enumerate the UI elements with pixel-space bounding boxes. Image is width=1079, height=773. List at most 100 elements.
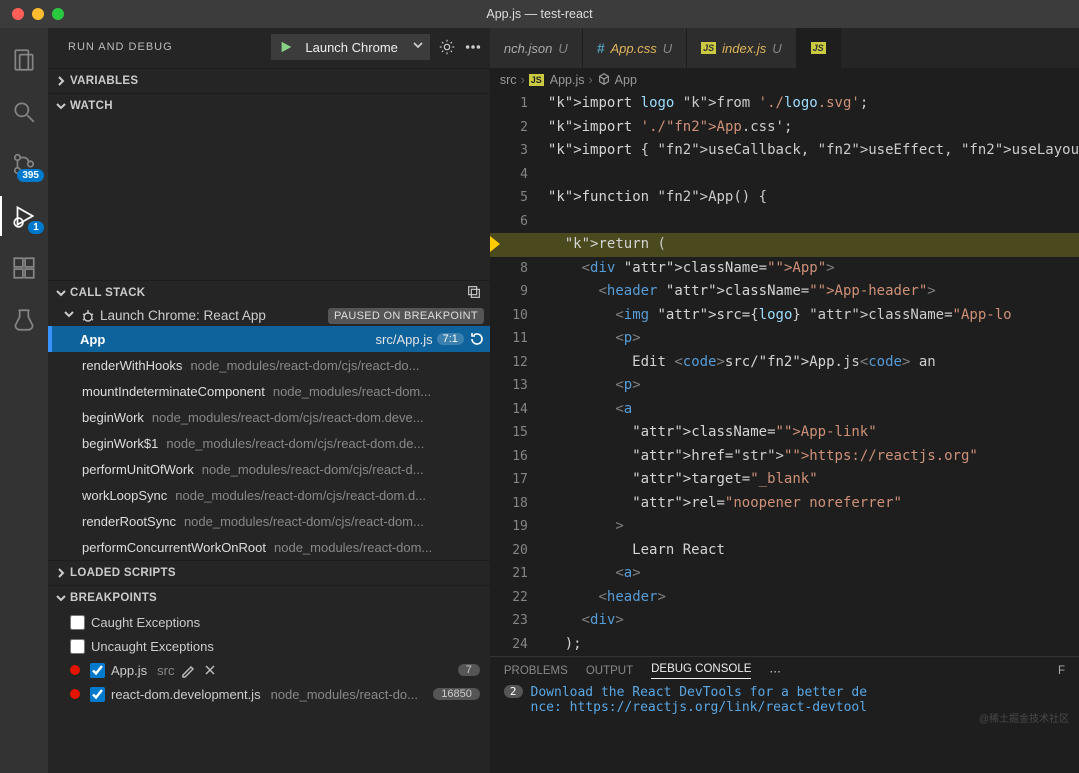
breakpoints-section-header[interactable]: BREAKPOINTS	[48, 586, 490, 610]
stack-frame[interactable]: workLoopSyncnode_modules/react-dom/cjs/r…	[48, 482, 490, 508]
panel-tab-debug-console[interactable]: DEBUG CONSOLE	[651, 663, 751, 679]
tab-index-js[interactable]: JS index.js U	[687, 28, 796, 68]
code-line[interactable]: <img "attr">src={logo} "attr">className=…	[548, 304, 1079, 328]
frame-path: node_modules/react-dom/cjs/react-d...	[202, 462, 424, 477]
tab-launch-json[interactable]: nch.json U	[490, 28, 583, 68]
frame-fn: beginWork	[82, 410, 144, 425]
code-line[interactable]: "k">import { "fn2">useCallback, "fn2">us…	[548, 139, 1079, 163]
code-editor[interactable]: 123456789101112131415161718192021222324 …	[490, 92, 1079, 656]
source-control-icon[interactable]: 395	[0, 140, 48, 188]
code-line[interactable]: "k">import './"fn2">App.css';	[548, 116, 1079, 140]
breakpoint-checkbox[interactable]	[90, 687, 105, 702]
caught-checkbox[interactable]	[70, 615, 85, 630]
extensions-icon[interactable]	[0, 244, 48, 292]
stack-frame[interactable]: renderRootSyncnode_modules/react-dom/cjs…	[48, 508, 490, 534]
code-line[interactable]: "attr">rel="noopener noreferrer"	[548, 492, 1079, 516]
callstack-section-header[interactable]: CALL STACK	[48, 281, 490, 305]
frame-fn: beginWork$1	[82, 436, 158, 451]
code-line[interactable]: "attr">target="_blank"	[548, 468, 1079, 492]
tab-label: nch.json	[504, 41, 552, 56]
variables-section-header[interactable]: VARIABLES	[48, 69, 490, 93]
line-gutter[interactable]: 123456789101112131415161718192021222324	[490, 92, 546, 656]
filter-button[interactable]: F	[1058, 665, 1065, 677]
code-line[interactable]: <header>	[548, 586, 1079, 610]
stack-frame[interactable]: beginWork$1 node_modules/react-dom/cjs/re…	[48, 430, 490, 456]
minimize-window-button[interactable]	[32, 8, 44, 20]
chevron-down-icon[interactable]	[410, 37, 426, 58]
start-debug-icon[interactable]	[279, 40, 293, 54]
code-line[interactable]	[548, 210, 1079, 234]
tab-modified-indicator: U	[663, 41, 672, 56]
panel-tab-problems[interactable]: PROBLEMS	[504, 665, 568, 677]
breadcrumbs[interactable]: src › JS App.js › App	[490, 68, 1079, 92]
titlebar: App.js — test-react	[0, 0, 1079, 28]
code-line[interactable]: <div "attr">className="">App">	[548, 257, 1079, 281]
breakpoint-dot-icon	[70, 665, 80, 675]
gear-icon[interactable]	[438, 38, 456, 56]
code-line[interactable]: <p>	[548, 327, 1079, 351]
breakpoint-file-row[interactable]: App.jssrc7	[48, 658, 490, 682]
stack-frame[interactable]: renderWithHooksnode_modules/react-dom/cj…	[48, 352, 490, 378]
chevron-down-icon	[52, 286, 70, 300]
collapse-all-icon[interactable]	[466, 284, 490, 303]
code-line[interactable]: <p>	[548, 374, 1079, 398]
testing-icon[interactable]	[0, 296, 48, 344]
variables-label: VARIABLES	[70, 75, 138, 87]
uncaught-checkbox[interactable]	[70, 639, 85, 654]
frame-path: node_modules/react-dom/cjs/react-dom.de.…	[166, 436, 424, 451]
stack-frame[interactable]: performConcurrentWorkOnRootnode_modules/…	[48, 534, 490, 560]
code-line[interactable]: "k">function "fn2">App() {	[548, 186, 1079, 210]
tab-app-css[interactable]: # App.css U	[583, 28, 687, 68]
stack-frame[interactable]: Appsrc/App.js7:1	[48, 326, 490, 352]
stack-frame[interactable]: mountIndeterminateComponentnode_modules/…	[48, 378, 490, 404]
code-line[interactable]: >	[548, 515, 1079, 539]
code-line[interactable]: "attr">href="str">"">https://reactjs.org…	[548, 445, 1079, 469]
more-icon[interactable]	[464, 38, 482, 56]
frame-fn: mountIndeterminateComponent	[82, 384, 265, 399]
watch-section-header[interactable]: WATCH	[48, 94, 490, 118]
code-line[interactable]: Learn React	[548, 539, 1079, 563]
tab-overflow[interactable]: JS	[797, 28, 841, 68]
code-line[interactable]: "attr">className="">App-link"	[548, 421, 1079, 445]
loaded-scripts-section-header[interactable]: LOADED SCRIPTS	[48, 561, 490, 585]
watch-label: WATCH	[70, 100, 113, 112]
breakpoint-uncaught-exceptions[interactable]: Uncaught Exceptions	[48, 634, 490, 658]
message-text: Download the React DevTools for a better…	[531, 685, 868, 715]
breakpoint-file-row[interactable]: react-dom.development.jsnode_modules/rea…	[48, 682, 490, 706]
run-debug-icon[interactable]: 1	[0, 192, 48, 240]
code-line[interactable]: Edit <code>src/"fn2">App.js<code> an	[548, 351, 1079, 375]
breakpoint-checkbox[interactable]	[90, 663, 105, 678]
stack-frame[interactable]: performUnitOfWork node_modules/react-dom/…	[48, 456, 490, 482]
panel-tab-output[interactable]: OUTPUT	[586, 665, 633, 677]
debug-session-row[interactable]: Launch Chrome: React App PAUSED ON BREAK…	[48, 305, 490, 326]
frame-fn: performUnitOfWork	[82, 462, 194, 477]
bug-icon	[80, 308, 96, 324]
code-line[interactable]: "k">import logo "k">from './logo.svg';	[548, 92, 1079, 116]
code-line[interactable]: <div>	[548, 609, 1079, 633]
close-window-button[interactable]	[12, 8, 24, 20]
code-line[interactable]: <header "attr">className="">App-header">	[548, 280, 1079, 304]
search-icon[interactable]	[0, 88, 48, 136]
watermark: @稀土掘金技术社区	[979, 710, 1069, 725]
breadcrumb-file[interactable]: App.js	[550, 73, 585, 87]
more-icon[interactable]: ⋯	[769, 664, 781, 678]
launch-config-selector[interactable]: Launch Chrome	[271, 34, 430, 60]
code-line[interactable]: "k">return (	[490, 233, 1079, 257]
code-line[interactable]: <a>	[548, 562, 1079, 586]
code-line[interactable]	[548, 163, 1079, 187]
watch-body[interactable]	[48, 118, 490, 280]
frame-position: 7:1	[437, 333, 464, 345]
explorer-icon[interactable]	[0, 36, 48, 84]
edit-icon[interactable]	[180, 662, 196, 678]
code-line[interactable]: );	[548, 633, 1079, 657]
breadcrumb-folder[interactable]: src	[500, 73, 517, 87]
restart-frame-icon[interactable]	[468, 330, 486, 348]
stack-frame[interactable]: beginWorknode_modules/react-dom/cjs/reac…	[48, 404, 490, 430]
breadcrumb-symbol[interactable]: App	[615, 73, 637, 87]
maximize-window-button[interactable]	[52, 8, 64, 20]
debug-sidebar: RUN AND DEBUG Launch Chrome VARIABLES WA…	[48, 28, 490, 773]
breakpoint-caught-exceptions[interactable]: Caught Exceptions	[48, 610, 490, 634]
window-title: App.js — test-react	[486, 7, 592, 21]
close-icon[interactable]	[202, 662, 218, 678]
code-line[interactable]: <a	[548, 398, 1079, 422]
